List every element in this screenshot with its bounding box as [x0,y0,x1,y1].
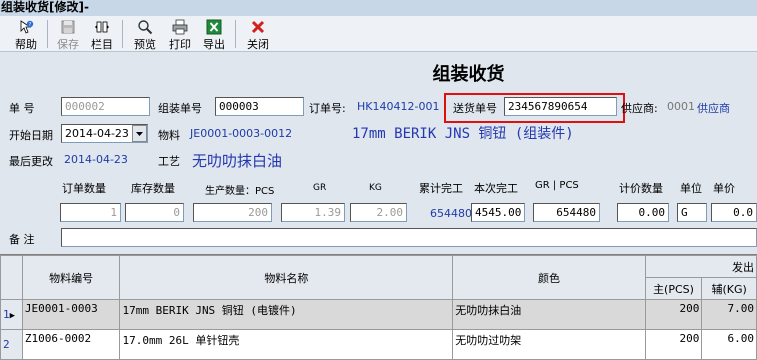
grid-header-main-pcs[interactable]: 主(PCS) [644,277,703,300]
process-value: 无叻叻抹白油 [192,152,283,170]
grid-header-row: 物料编号 物料名称 颜色 发出 [0,255,757,300]
order-no-label: 订单号: [309,102,346,115]
unit-price-field[interactable]: 0.0 [711,203,757,222]
current-qty-field[interactable]: 4545.00 [471,203,525,222]
save-icon [61,20,75,34]
kg-field[interactable]: 2.00 [350,203,407,222]
unit-price-header: 单价 [713,182,735,195]
order-qty-field[interactable]: 1 [60,203,121,222]
assembly-no-field[interactable]: 000003 [215,97,304,116]
cell-code[interactable]: JE0001-0003 [21,299,121,330]
preview-label: 预览 [134,38,156,51]
stock-qty-field[interactable]: 0 [125,203,184,222]
toolbar: ? 帮助 保存 栏目 预览 打印 导出 关闭 [0,16,757,52]
chevron-down-icon [136,132,143,136]
row-index: 2 [0,329,23,360]
gr-field[interactable]: 1.39 [281,203,345,222]
print-button[interactable]: 打印 [163,17,197,51]
stock-qty-header: 库存数量 [131,182,175,195]
cell-kg[interactable]: 7.00 [701,299,757,330]
cumulative-value: 654480 [430,207,472,220]
toolbar-separator [235,20,236,48]
supplier-code: 0001 [667,100,695,113]
gr-pcs-header: GR | PCS [535,180,579,191]
produced-qty-field[interactable]: 200 [193,203,272,222]
preview-button[interactable]: 预览 [128,17,162,51]
process-label: 工艺 [158,155,180,168]
columns-button[interactable]: 栏目 [85,17,119,51]
toolbar-separator [122,20,123,48]
grid-header-name[interactable]: 物料名称 [119,255,454,300]
export-label: 导出 [203,38,225,51]
save-button[interactable]: 保存 [51,17,85,51]
start-date-label: 开始日期 [9,129,53,142]
order-no-value: HK140412-001 [357,100,440,113]
window-title: 组装收货[修改]- [1,0,89,14]
order-qty-header: 订单数量 [62,182,106,195]
gr-header: GR [313,183,327,193]
remark-field[interactable] [61,228,757,247]
cell-color[interactable]: 无叻叻抹白油 [452,299,646,330]
grid-header-aux-kg[interactable]: 辅(KG) [701,277,757,300]
export-button[interactable]: 导出 [197,17,231,51]
remark-label: 备 注 [9,233,35,246]
preview-icon [138,20,153,35]
cell-pcs[interactable]: 200 [644,299,703,330]
cell-kg[interactable]: 6.00 [701,329,757,360]
material-description: 17mm BERIK JNS 铜钮 (组装件) [352,126,574,142]
svg-text:?: ? [29,22,32,28]
grid-header-code[interactable]: 物料编号 [21,255,121,300]
price-qty-field[interactable]: 0.00 [617,203,669,222]
help-button[interactable]: ? 帮助 [9,17,43,51]
assembly-no-label: 组装单号 [158,102,202,115]
table-row[interactable]: 2 Z1006-0002 17.0mm 26L 单针钮壳 无叻叻过叻架 200 … [0,329,757,360]
material-label: 物料 [158,129,180,142]
save-label: 保存 [57,38,79,51]
print-icon [172,19,188,35]
row-index: 1▶ [0,299,23,330]
unit-header: 单位 [680,182,702,195]
columns-label: 栏目 [91,38,113,51]
form-title: 组装收货 [432,64,505,85]
supplier-name[interactable]: 供应商 [697,100,730,116]
cumulative-header: 累计完工 [419,182,463,195]
gr-pcs-field[interactable]: 654480 [533,203,600,222]
cell-name[interactable]: 17mm BERIK JNS 铜钮 (电镀件) [119,299,454,330]
last-modified-value: 2014-04-23 [64,153,128,166]
grid-corner-cell [0,255,23,300]
doc-no-label: 单 号 [9,102,35,115]
grid-header-color[interactable]: 颜色 [452,255,646,300]
title-bar: 组装收货[修改]- [0,0,757,16]
cell-pcs[interactable]: 200 [644,329,703,360]
current-row-arrow-icon: ▶ [9,311,16,321]
help-icon: ? [20,20,34,34]
help-label: 帮助 [15,38,37,51]
columns-icon [95,21,109,33]
print-label: 打印 [169,38,191,51]
close-button[interactable]: 关闭 [241,17,275,51]
delivery-no-highlight [444,93,625,123]
cell-name[interactable]: 17.0mm 26L 单针钮壳 [119,329,454,360]
table-row[interactable]: 1▶ JE0001-0003 17mm BERIK JNS 铜钮 (电镀件) 无… [0,299,757,330]
close-icon [251,20,265,34]
produced-qty-header: 生产数量：PCS [205,186,275,197]
toolbar-separator [47,20,48,48]
material-grid: 物料编号 物料名称 颜色 发出 主(PCS) 辅(KG) 1▶ JE0001-0… [0,254,757,360]
kg-header: KG [369,183,382,193]
excel-export-icon [206,19,222,35]
last-modified-label: 最后更改 [9,155,53,168]
current-header: 本次完工 [474,182,518,195]
doc-no-field[interactable]: 000002 [61,97,150,116]
cell-code[interactable]: Z1006-0002 [21,329,121,360]
price-qty-header: 计价数量 [619,182,663,195]
close-label: 关闭 [247,38,269,51]
supplier-label: 供应商: [621,102,658,115]
cell-color[interactable]: 无叻叻过叻架 [452,329,646,360]
date-dropdown-button[interactable] [132,125,147,142]
material-code: JE0001-0003-0012 [190,127,293,140]
unit-field[interactable]: G [677,203,707,222]
grid-header-issued[interactable]: 发出 [644,255,757,278]
